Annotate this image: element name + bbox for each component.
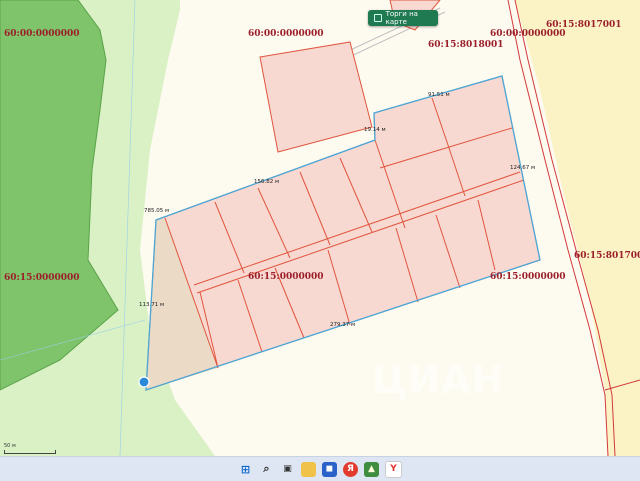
task-view-icon[interactable]: ▣	[280, 462, 295, 477]
parcel-square	[259, 41, 373, 153]
windows-start-icon[interactable]: ⊞	[238, 462, 253, 477]
map-canvas[interactable]: 60:00:0000000 60:00:0000000 60:15:801800…	[0, 0, 640, 456]
store-icon[interactable]: ◼	[322, 461, 337, 477]
measurement-label: 124.67 м	[510, 165, 535, 171]
measurement-label: 156.82 м	[254, 179, 279, 185]
watermark: ЦИАН	[372, 358, 505, 402]
auctions-on-map-button[interactable]: Торги на карте	[368, 10, 438, 26]
app-icon[interactable]: ▲	[364, 461, 379, 477]
cadastral-label: 60:00:0000000	[490, 29, 566, 39]
file-explorer-icon[interactable]	[301, 461, 316, 477]
scale-label: 50 м	[4, 443, 16, 449]
measurement-label: 279.37 м	[330, 322, 355, 328]
cadastral-label: 60:15:8017001	[546, 20, 622, 30]
yandex-browser-icon[interactable]: Y	[385, 460, 402, 478]
search-icon[interactable]: ⌕	[259, 462, 274, 477]
measurement-label: 91.51 м	[428, 92, 450, 98]
auctions-button-label: Торги на карте	[385, 10, 418, 26]
scale-bar: 50 м	[4, 443, 56, 454]
measurement-label: 19.14 м	[364, 127, 386, 133]
map-view[interactable]: 60:00:0000000 60:00:0000000 60:15:801800…	[0, 0, 640, 456]
cadastral-label: 60:15:0000000	[4, 273, 80, 283]
scale-line	[4, 450, 56, 454]
map-icon	[374, 14, 382, 22]
location-pin-icon[interactable]	[138, 376, 150, 388]
yandex-icon[interactable]: Я	[343, 461, 358, 477]
cadastral-label: 60:00:0000000	[4, 29, 80, 39]
taskbar: ⊞ ⌕ ▣ ◼ Я ▲ Y	[0, 456, 640, 481]
cadastral-label: 60:00:0000000	[248, 29, 324, 39]
measurement-label: 113.71 м	[139, 302, 164, 308]
cadastral-label: 60:15:0000000	[490, 272, 566, 282]
cadastral-label: 60:15:8017001	[574, 251, 640, 261]
measurement-label: 785.05 м	[144, 208, 169, 214]
cadastral-label: 60:15:8018001	[428, 40, 504, 50]
cadastral-label: 60:15:0000000	[248, 272, 324, 282]
